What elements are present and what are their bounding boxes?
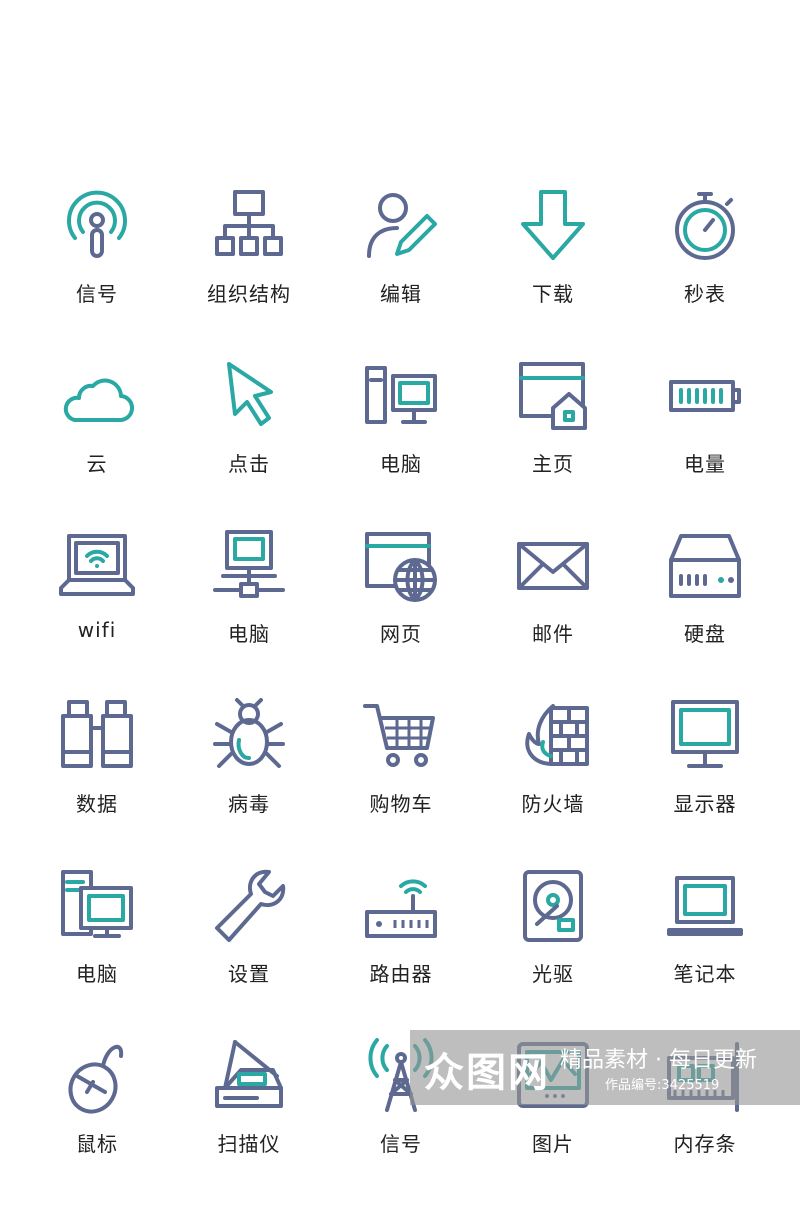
icon-label: 笔记本 xyxy=(673,962,737,986)
user-edit-icon xyxy=(367,193,437,258)
notebook-icon xyxy=(667,876,743,936)
monitor-icon xyxy=(671,700,739,768)
icon-label: 邮件 xyxy=(532,622,574,646)
icon-tile: 设置 xyxy=(173,866,325,1036)
icon-label: wifi xyxy=(77,618,117,642)
icon-tile: 电脑 xyxy=(325,356,477,526)
icon-label: 电脑 xyxy=(228,622,270,646)
icon-label: 鼠标 xyxy=(76,1132,118,1156)
icon-tile: 防火墙 xyxy=(477,696,629,866)
signal-icon xyxy=(67,190,127,258)
icon-tile: 路由器 xyxy=(325,866,477,1036)
icon-label: 点击 xyxy=(228,452,270,476)
icon-tile: 购物车 xyxy=(325,696,477,866)
hard-disk-icon xyxy=(669,534,741,598)
icon-label: 云 xyxy=(86,452,108,476)
icon-tile: 组织结构 xyxy=(173,186,325,356)
icon-tile: 信号 xyxy=(21,186,173,356)
mouse-icon xyxy=(68,1044,124,1114)
icon-label: 光驱 xyxy=(532,962,574,986)
icon-tile: 光驱 xyxy=(477,866,629,1036)
router-icon xyxy=(365,879,437,938)
icon-tile: 电量 xyxy=(629,356,781,526)
icon-tile: 鼠标 xyxy=(21,1036,173,1206)
watermark: 众图网 精品素材 · 每日更新 作品编号:3425519 xyxy=(410,1030,800,1105)
optical-drive-icon xyxy=(523,870,583,942)
icon-label: 下载 xyxy=(532,282,574,306)
download-arrow-icon xyxy=(521,190,585,260)
icon-tile: 笔记本 xyxy=(629,866,781,1036)
webpage-globe-icon xyxy=(365,532,437,602)
icon-tile: 硬盘 xyxy=(629,526,781,696)
watermark-slogan: 精品素材 · 每日更新 xyxy=(560,1048,757,1073)
icon-tile: 数据 xyxy=(21,696,173,866)
org-chart-icon xyxy=(215,190,283,256)
homepage-icon xyxy=(519,362,587,430)
icon-tile: 病毒 xyxy=(173,696,325,866)
icon-tile: 电脑 xyxy=(173,526,325,696)
icon-label: 病毒 xyxy=(228,792,270,816)
icon-label: 秒表 xyxy=(684,282,726,306)
icon-label: 组织结构 xyxy=(207,282,291,306)
icon-tile: 扫描仪 xyxy=(173,1036,325,1206)
icon-tile: 电脑 xyxy=(21,866,173,1036)
icon-tile: 点击 xyxy=(173,356,325,526)
pc-tower-icon xyxy=(61,870,133,938)
icon-tile: 邮件 xyxy=(477,526,629,696)
binoculars-icon xyxy=(61,700,133,768)
icon-tile: 显示器 xyxy=(629,696,781,866)
icon-label: 扫描仪 xyxy=(217,1132,281,1156)
desktop-computer-icon xyxy=(365,366,437,424)
mail-icon xyxy=(517,542,589,590)
icon-label: 设置 xyxy=(228,962,270,986)
cursor-icon xyxy=(227,362,273,426)
icon-label: 网页 xyxy=(380,622,422,646)
watermark-code: 作品编号:3425519 xyxy=(605,1078,720,1093)
icon-label: 路由器 xyxy=(369,962,433,986)
icon-label: 内存条 xyxy=(673,1132,737,1156)
icon-label: 信号 xyxy=(380,1132,422,1156)
wrench-icon xyxy=(215,869,286,942)
icon-tile: 网页 xyxy=(325,526,477,696)
icon-label: 信号 xyxy=(76,282,118,306)
stopwatch-icon xyxy=(675,192,735,260)
icon-tile: 编辑 xyxy=(325,186,477,356)
icon-label: 硬盘 xyxy=(684,622,726,646)
icon-label: 编辑 xyxy=(380,282,422,306)
icon-label: 显示器 xyxy=(673,792,737,816)
shopping-cart-icon xyxy=(363,704,435,767)
cloud-icon xyxy=(63,378,134,423)
icon-label: 电脑 xyxy=(76,962,118,986)
icon-tile: 主页 xyxy=(477,356,629,526)
bug-icon xyxy=(213,698,285,768)
icon-tile: 秒表 xyxy=(629,186,781,356)
icon-label: 图片 xyxy=(532,1132,574,1156)
icon-tile: 云 xyxy=(21,356,173,526)
scanner-icon xyxy=(215,1040,283,1108)
icon-label: 电量 xyxy=(684,452,726,476)
icon-label: 电脑 xyxy=(380,452,422,476)
firewall-icon xyxy=(525,704,589,766)
watermark-logo: 众图网 xyxy=(424,1050,550,1096)
icon-label: 数据 xyxy=(76,792,118,816)
icon-label: 主页 xyxy=(532,452,574,476)
icon-label: 防火墙 xyxy=(521,792,585,816)
icon-label: 购物车 xyxy=(369,792,433,816)
icon-tile: 下载 xyxy=(477,186,629,356)
network-computer-icon xyxy=(213,530,285,598)
icon-tile: wifi xyxy=(21,526,173,696)
laptop-wifi-icon xyxy=(59,534,135,596)
battery-icon xyxy=(669,380,741,412)
